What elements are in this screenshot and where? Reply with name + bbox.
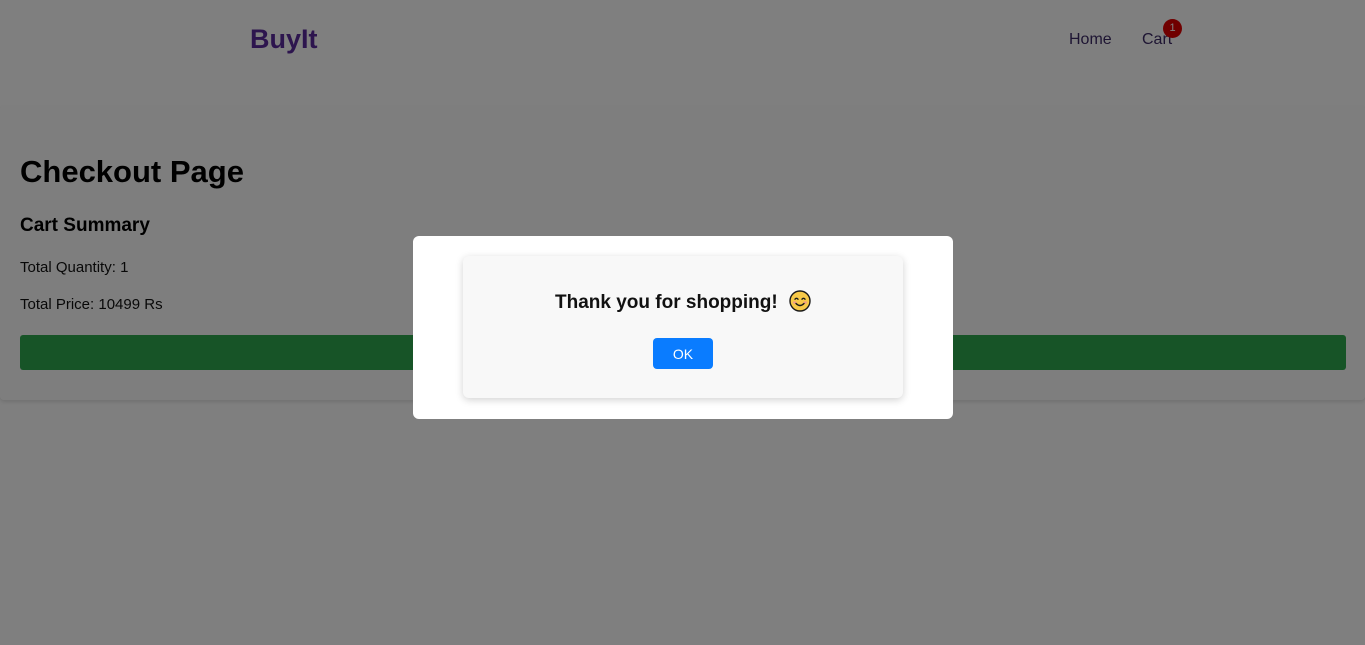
- confirmation-dialog: Thank you for shopping! OK: [463, 256, 903, 398]
- ok-button[interactable]: OK: [653, 338, 713, 369]
- dialog-message: Thank you for shopping!: [463, 290, 903, 314]
- smiling-face-icon: [789, 290, 811, 312]
- confirmation-modal: Thank you for shopping! OK: [413, 236, 953, 419]
- dialog-message-text: Thank you for shopping!: [555, 292, 778, 314]
